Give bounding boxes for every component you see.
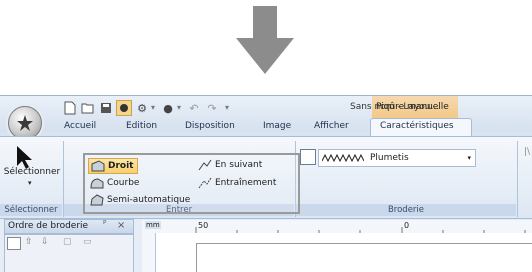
undo-icon[interactable]: ↶: [186, 100, 202, 116]
vertical-ruler: [142, 233, 156, 272]
redo-icon[interactable]: ↷: [204, 100, 220, 116]
tab-caracteristiques[interactable]: Caractéristiques: [380, 118, 454, 134]
qat-dropdown-icon[interactable]: ▾: [150, 101, 156, 115]
application-window: Piqûre manuelle ⚙ ▾ ● ▾ ↶ ↷ ▾ Sans nom -…: [0, 95, 532, 272]
panel-title: Ordre de broderie: [8, 221, 89, 231]
tab-edition[interactable]: Edition: [126, 118, 157, 134]
semi-auto-icon: [90, 194, 104, 206]
horizontal-ruler: mm 50 0: [142, 220, 532, 234]
qat-customize-icon[interactable]: ▾: [224, 101, 230, 115]
entrer-item-en-suivant[interactable]: En suivant: [198, 158, 262, 172]
plumetis-pattern-icon: [322, 153, 364, 163]
select-button-label[interactable]: Sélectionner: [2, 167, 62, 177]
chevron-down-icon[interactable]: ▾: [28, 179, 32, 187]
lock-icon[interactable]: ▢: [63, 237, 72, 247]
ruler-unit: mm: [145, 221, 161, 229]
droit-icon: [91, 160, 105, 172]
embroidery-order-panel-header: Ordre de broderie ᴾ ×: [4, 219, 134, 234]
move-down-icon[interactable]: ⇩: [41, 237, 49, 247]
design-canvas[interactable]: [156, 233, 532, 272]
save-icon[interactable]: [98, 100, 114, 116]
entrer-item-label: Semi-automatique: [107, 195, 191, 205]
ribbon-tab-strip: Accueil Edition Disposition Image Affich…: [0, 118, 532, 135]
broderie-combo[interactable]: Plumetis ▾: [318, 149, 476, 167]
tab-image[interactable]: Image: [263, 118, 291, 134]
move-up-icon[interactable]: ⇧: [25, 237, 33, 247]
new-icon[interactable]: [62, 100, 78, 116]
entrainement-icon: [198, 177, 212, 189]
entrer-item-label: Droit: [108, 161, 134, 171]
satin-icon[interactable]: [300, 149, 316, 165]
entrer-item-label: Entraînement: [215, 178, 277, 188]
entrer-item-semi-automatique[interactable]: Semi-automatique: [90, 193, 190, 207]
group-divider: [517, 141, 518, 217]
broderie-combo-value: Plumetis: [370, 153, 409, 163]
record-icon[interactable]: ●: [160, 100, 176, 116]
hoop-area: [196, 243, 532, 272]
group-label-broderie: Broderie: [296, 204, 516, 216]
qat-dropdown-icon[interactable]: ▾: [176, 101, 182, 115]
view-toggle-icon[interactable]: [7, 237, 21, 250]
overflow-icon: |\: [524, 147, 531, 157]
entrer-item-droit[interactable]: Droit: [88, 158, 138, 174]
stitch-toggle-icon[interactable]: [116, 100, 132, 116]
open-icon[interactable]: [80, 100, 96, 116]
tab-disposition[interactable]: Disposition: [185, 118, 235, 134]
down-arrow-icon: [236, 6, 294, 74]
group-label-selectionner: Sélectionner: [0, 204, 62, 216]
dropdown-icon[interactable]: ▾: [467, 154, 471, 162]
document-title: Sans nom - Layou...: [350, 102, 440, 112]
embroidery-order-panel: ⇧ ⇩ ▢ ▭: [4, 234, 134, 272]
entrer-item-label: En suivant: [215, 160, 263, 170]
gear-icon[interactable]: ⚙: [134, 100, 150, 116]
close-icon[interactable]: ×: [117, 220, 125, 231]
en-suivant-icon: [198, 159, 212, 171]
courbe-icon: [90, 177, 104, 189]
entrer-item-entrainement[interactable]: Entraînement: [198, 176, 276, 190]
entrer-item-courbe[interactable]: Courbe: [90, 176, 139, 190]
entrer-item-label: Courbe: [107, 178, 140, 188]
pin-icon[interactable]: ᴾ: [103, 220, 106, 230]
hide-icon[interactable]: ▭: [83, 237, 92, 247]
tab-accueil[interactable]: Accueil: [64, 118, 96, 134]
tab-afficher[interactable]: Afficher: [314, 118, 349, 134]
